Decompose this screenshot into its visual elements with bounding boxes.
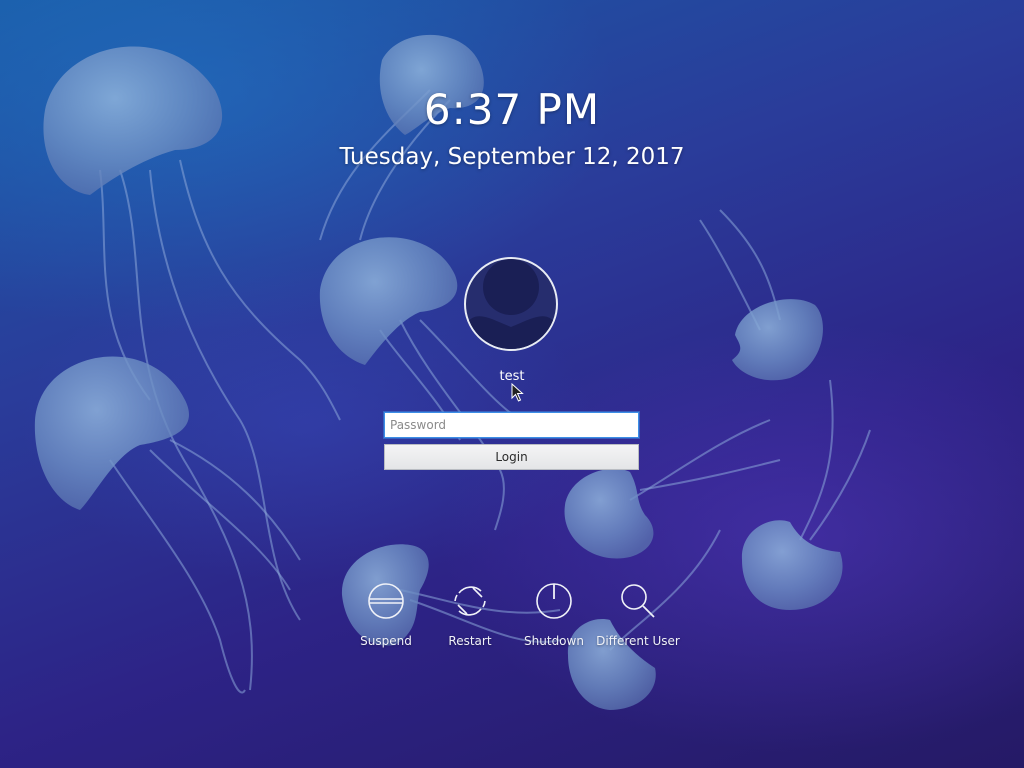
restart-label: Restart xyxy=(448,634,492,648)
search-icon xyxy=(621,584,655,618)
restart-icon xyxy=(454,586,486,616)
shutdown-label: Shutdown xyxy=(524,634,584,648)
different-user-label: Different User xyxy=(596,634,680,648)
mouse-cursor-icon xyxy=(511,383,524,402)
shutdown-icon xyxy=(536,583,572,619)
suspend-icon xyxy=(368,583,404,619)
restart-button[interactable]: Restart xyxy=(428,582,512,649)
user-silhouette-icon xyxy=(466,259,556,349)
login-button[interactable]: Login xyxy=(384,444,639,470)
clock-time: 6:37 PM xyxy=(423,85,601,134)
password-input[interactable] xyxy=(384,412,639,438)
different-user-button[interactable]: Different User xyxy=(596,582,680,649)
clock-date: Tuesday, September 12, 2017 xyxy=(339,144,685,170)
user-avatar[interactable] xyxy=(464,257,558,351)
suspend-label: Suspend xyxy=(360,634,412,648)
suspend-button[interactable]: Suspend xyxy=(344,582,428,649)
shutdown-button[interactable]: Shutdown xyxy=(512,582,596,649)
user-name: test xyxy=(499,369,525,384)
